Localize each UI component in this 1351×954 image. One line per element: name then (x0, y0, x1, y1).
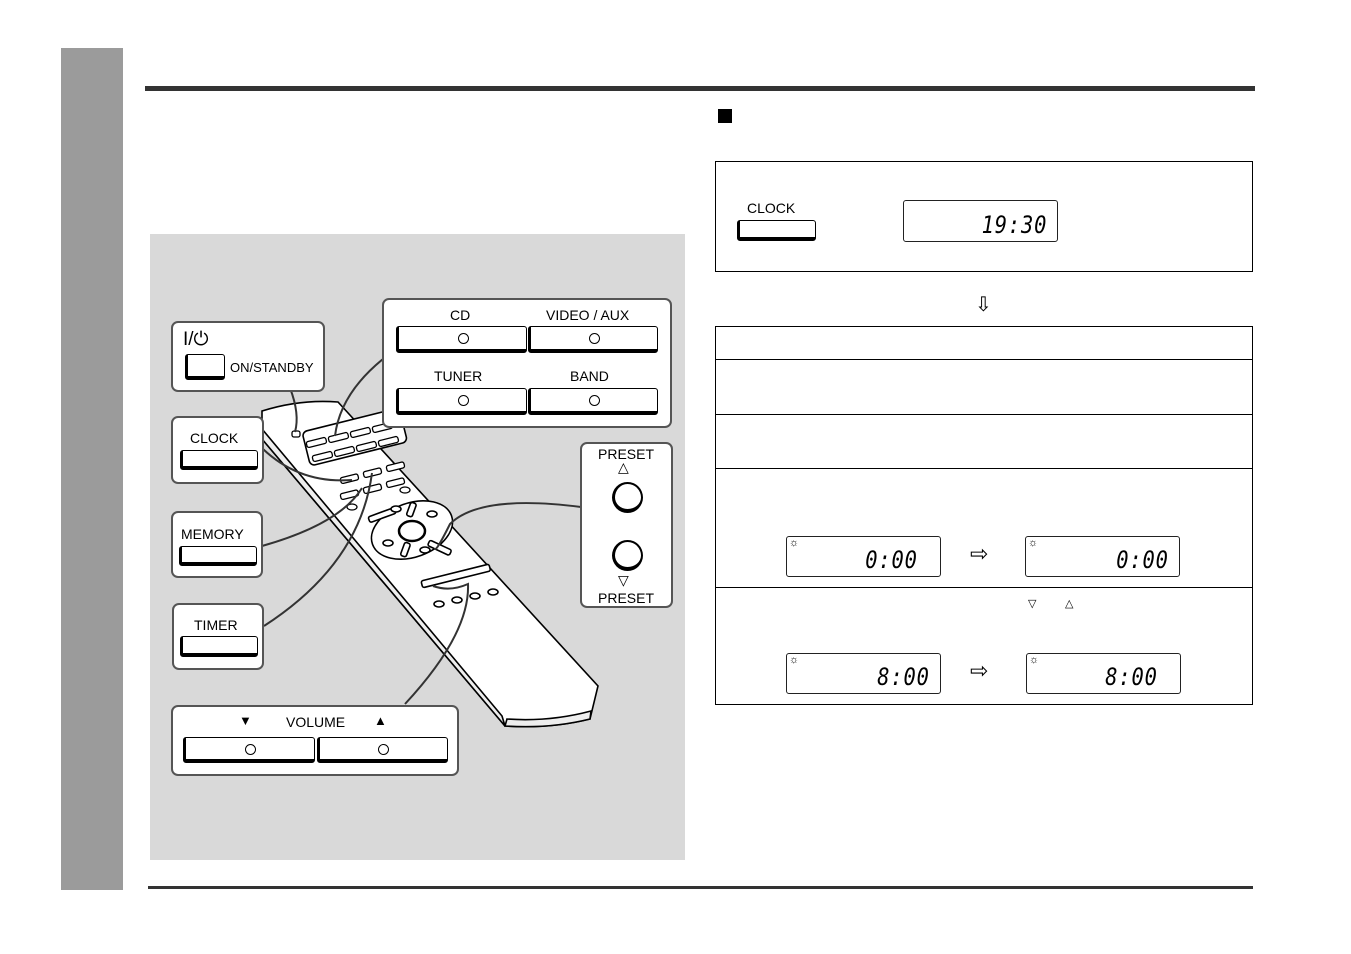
clock-callout: CLOCK (171, 416, 264, 484)
volume-down-button[interactable] (183, 737, 315, 763)
tuner-label: TUNER (434, 368, 483, 384)
timer-indicator-icon: ☼ (789, 537, 800, 549)
header-rule (145, 86, 1255, 91)
procedure-steps-table: ☼ 0:00 ⇨ ☼ 0:00 ▽ △ ☼ 8:00 ⇨ ☼ 8:00 (715, 326, 1253, 705)
source-buttons-callout: CD VIDEO / AUX TUNER BAND (382, 298, 672, 428)
video-aux-button[interactable] (528, 326, 658, 353)
timer-label: TIMER (194, 617, 238, 633)
power-callout: I/⏻ ON/STANDBY (171, 321, 325, 392)
power-icon: I/⏻ (183, 329, 209, 350)
step-row (716, 414, 1252, 468)
tuner-button[interactable] (396, 388, 527, 415)
on-standby-label: ON/STANDBY (230, 360, 314, 375)
preset-up-button[interactable] (612, 482, 643, 513)
volume-callout: ▼ VOLUME ▲ (171, 705, 459, 776)
step-row: ▽ △ ☼ 8:00 ⇨ ☼ 8:00 (716, 587, 1252, 704)
video-aux-label: VIDEO / AUX (546, 307, 630, 323)
clock-check-box: CLOCK 19:30 (715, 161, 1253, 272)
preset-up-icon: △ (618, 459, 629, 475)
up-triangle-icon: △ (1065, 598, 1074, 610)
display-time: 0:00 (1116, 546, 1169, 574)
band-label: BAND (570, 368, 609, 384)
display-time: 0:00 (865, 546, 918, 574)
preset-down-label: PRESET (598, 590, 655, 606)
display-time: 8:00 (1105, 663, 1158, 691)
display-after: ☼ 0:00 (1025, 536, 1180, 577)
preset-down-icon: ▽ (618, 572, 629, 588)
clock-button[interactable] (180, 450, 258, 470)
down-arrow-icon: ⇩ (975, 294, 992, 316)
clock-display: 19:30 (903, 200, 1058, 242)
step-row (716, 359, 1252, 414)
memory-callout: MEMORY (171, 511, 263, 578)
memory-label: MEMORY (181, 526, 244, 542)
timer-indicator-icon: ☼ (789, 654, 800, 666)
step-row: ☼ 0:00 ⇨ ☼ 0:00 (716, 468, 1252, 587)
volume-up-icon: ▲ (374, 713, 387, 728)
volume-down-icon: ▼ (239, 713, 252, 728)
remote-control-illustration: I/⏻ ON/STANDBY CD VIDEO / AUX TUNER BAND… (150, 234, 685, 860)
cd-label: CD (450, 307, 471, 323)
timer-indicator-icon: ☼ (1028, 537, 1039, 549)
display-time: 8:00 (877, 663, 930, 691)
band-button[interactable] (528, 388, 658, 415)
timer-callout: TIMER (172, 603, 264, 670)
step-row (716, 327, 1252, 359)
display-before: ☼ 0:00 (786, 536, 941, 577)
right-arrow-icon: ⇨ (970, 658, 989, 683)
remote-body (261, 400, 599, 728)
section-bullet-icon (718, 109, 732, 123)
display-after: ☼ 8:00 (1026, 653, 1181, 694)
cd-button[interactable] (396, 326, 527, 353)
clock-display-time: 19:30 (981, 211, 1047, 239)
right-arrow-icon: ⇨ (970, 541, 989, 566)
timer-indicator-icon: ☼ (1029, 654, 1040, 666)
volume-up-button[interactable] (317, 737, 448, 763)
memory-button[interactable] (179, 546, 257, 566)
clock-label: CLOCK (190, 430, 239, 446)
preset-down-button[interactable] (612, 540, 643, 571)
clock-button-diagram (737, 220, 816, 241)
footer-rule (148, 886, 1253, 889)
on-standby-button[interactable] (185, 354, 225, 380)
volume-label: VOLUME (286, 714, 346, 730)
clock-button-label: CLOCK (747, 200, 796, 216)
timer-button[interactable] (180, 636, 258, 657)
preset-callout: PRESET △ ▽ PRESET (580, 442, 673, 608)
down-triangle-icon: ▽ (1028, 598, 1037, 610)
chapter-side-tab (61, 48, 123, 890)
display-before: ☼ 8:00 (786, 653, 941, 694)
